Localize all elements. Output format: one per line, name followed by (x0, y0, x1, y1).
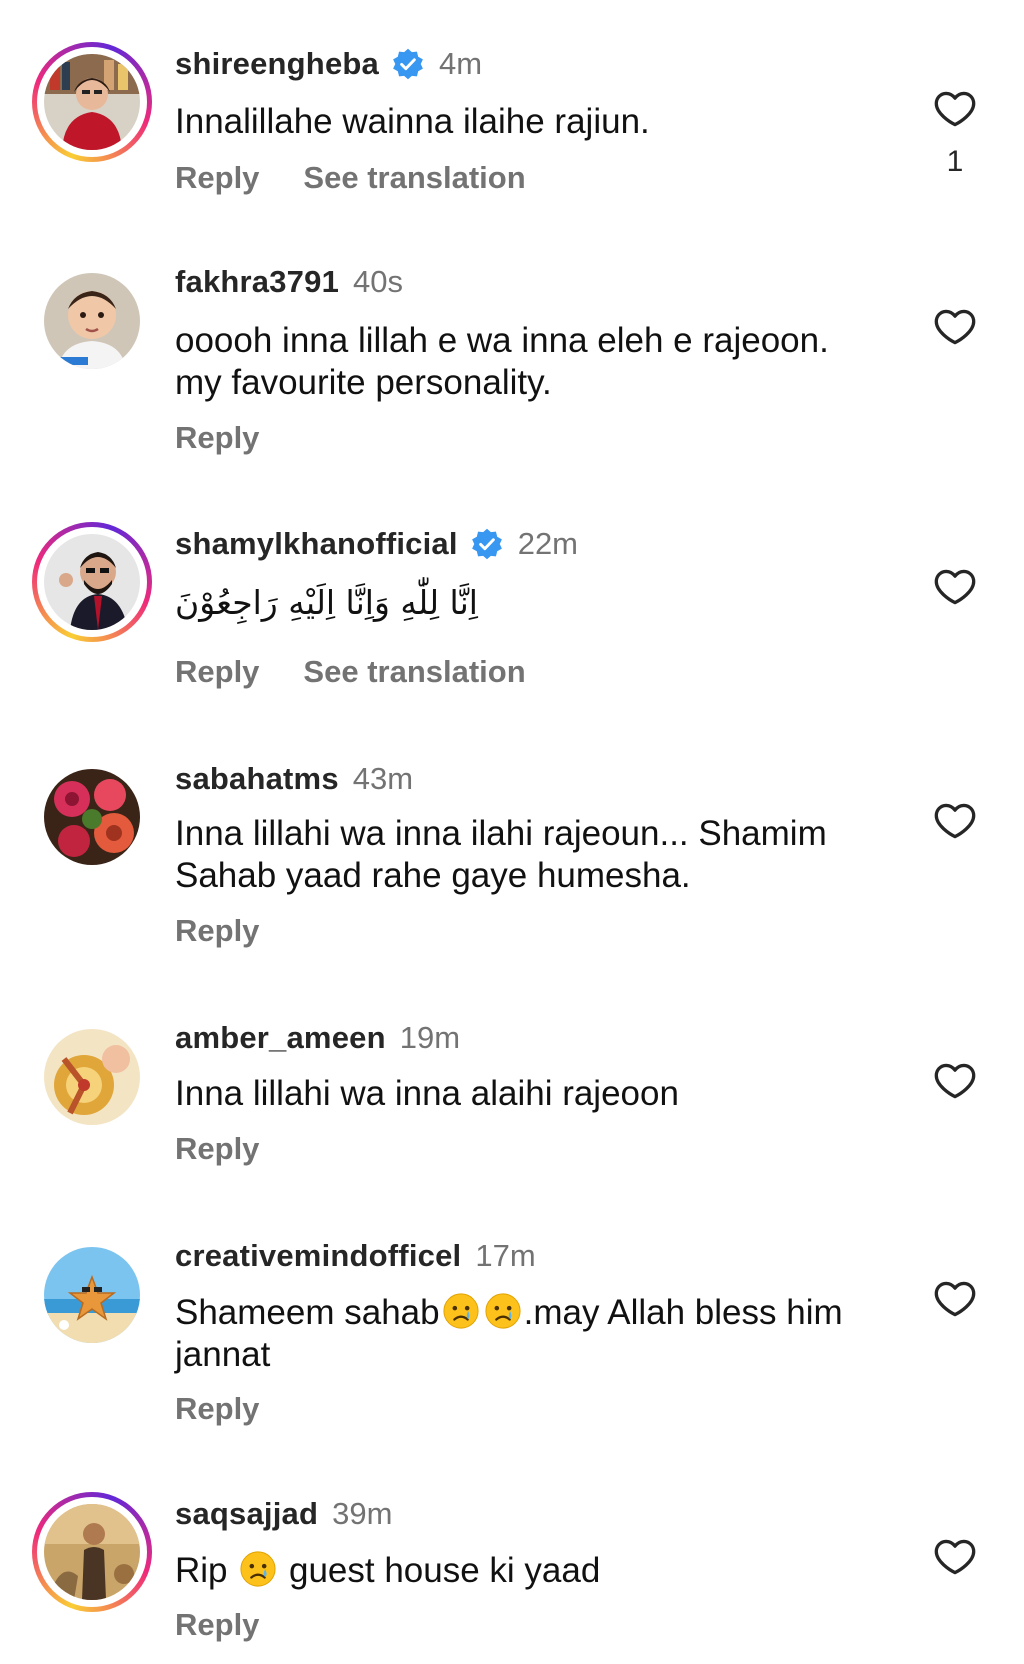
username[interactable]: fakhra3791 (175, 264, 339, 300)
username[interactable]: shireengheba (175, 46, 379, 82)
comment-text-end: guest house ki yaad (279, 1551, 601, 1590)
avatar[interactable] (32, 522, 152, 642)
like-button[interactable] (930, 1274, 980, 1324)
username[interactable]: sabahatms (175, 761, 339, 797)
like-button[interactable] (930, 562, 980, 612)
heart-icon (933, 1535, 977, 1579)
like-button[interactable] (930, 84, 980, 134)
comment-timestamp: 39m (332, 1496, 393, 1531)
comment-timestamp: 4m (438, 46, 483, 81)
avatar-image (44, 1029, 140, 1125)
username[interactable]: creativemindofficel (175, 1238, 461, 1274)
reply-button[interactable]: Reply (175, 1391, 259, 1427)
username[interactable]: shamylkhanofficial (175, 526, 458, 562)
crying-face-emoji-icon (239, 1550, 277, 1588)
avatar-image (44, 534, 140, 630)
avatar-image (44, 273, 140, 369)
avatar[interactable] (32, 1235, 152, 1355)
comment-timestamp: 40s (353, 264, 403, 299)
comment-text: Innalillahe wainna ilaihe rajiun. (175, 102, 650, 141)
comment-text: Shameem sahab .may Allah bless him jannat (175, 1292, 875, 1376)
heart-icon (933, 1059, 977, 1103)
reply-button[interactable]: Reply (175, 1607, 259, 1643)
reply-button[interactable]: Reply (175, 1131, 259, 1167)
reply-button[interactable]: Reply (175, 654, 259, 690)
comment-timestamp: 19m (399, 1020, 461, 1055)
like-button[interactable] (930, 796, 980, 846)
like-button[interactable] (930, 302, 980, 352)
avatar[interactable] (32, 261, 152, 381)
avatar-image (44, 1504, 140, 1600)
avatar-image (44, 1247, 140, 1343)
crying-face-emoji-icon (442, 1292, 480, 1330)
heart-icon (933, 799, 977, 843)
comment-timestamp: 22m (517, 526, 579, 561)
comment-text: ooooh inna lillah e wa inna eleh e rajeo… (175, 321, 829, 402)
comment-timestamp: 43m (352, 761, 414, 796)
reply-button[interactable]: Reply (175, 160, 259, 196)
heart-icon (933, 305, 977, 349)
like-count: 1 (946, 145, 964, 178)
comment-text: Inna lillahi wa inna ilahi rajeoun... Sh… (175, 814, 827, 895)
reply-button[interactable]: Reply (175, 913, 259, 949)
see-translation-button[interactable]: See translation (303, 654, 525, 690)
like-button[interactable] (930, 1532, 980, 1582)
like-button[interactable] (930, 1056, 980, 1106)
verified-badge-icon (391, 47, 425, 81)
heart-icon (933, 1277, 977, 1321)
reply-button[interactable]: Reply (175, 420, 259, 456)
avatar[interactable] (32, 1492, 152, 1612)
avatar[interactable] (32, 757, 152, 877)
avatar[interactable] (32, 42, 152, 162)
avatar-image (44, 54, 140, 150)
comment-text-start: Shameem sahab (175, 1293, 440, 1332)
comment-timestamp: 17m (475, 1238, 536, 1273)
avatar[interactable] (32, 1017, 152, 1137)
see-translation-button[interactable]: See translation (303, 160, 525, 196)
crying-face-emoji-icon (484, 1292, 522, 1330)
comment-text: Rip guest house ki yaad (175, 1550, 875, 1592)
verified-badge-icon (470, 527, 504, 561)
username[interactable]: amber_ameen (175, 1020, 386, 1056)
heart-icon (933, 87, 977, 131)
heart-icon (933, 565, 977, 609)
username[interactable]: saqsajjad (175, 1496, 318, 1532)
comment-text-start: Rip (175, 1551, 238, 1590)
avatar-image (44, 769, 140, 865)
comment-text: Inna lillahi wa inna alaihi rajeoon (175, 1074, 679, 1113)
comment-text: اِنَّا لِلّٰهِ وَاِنَّا اِلَيْهِ رَاجِعُ… (175, 583, 478, 622)
